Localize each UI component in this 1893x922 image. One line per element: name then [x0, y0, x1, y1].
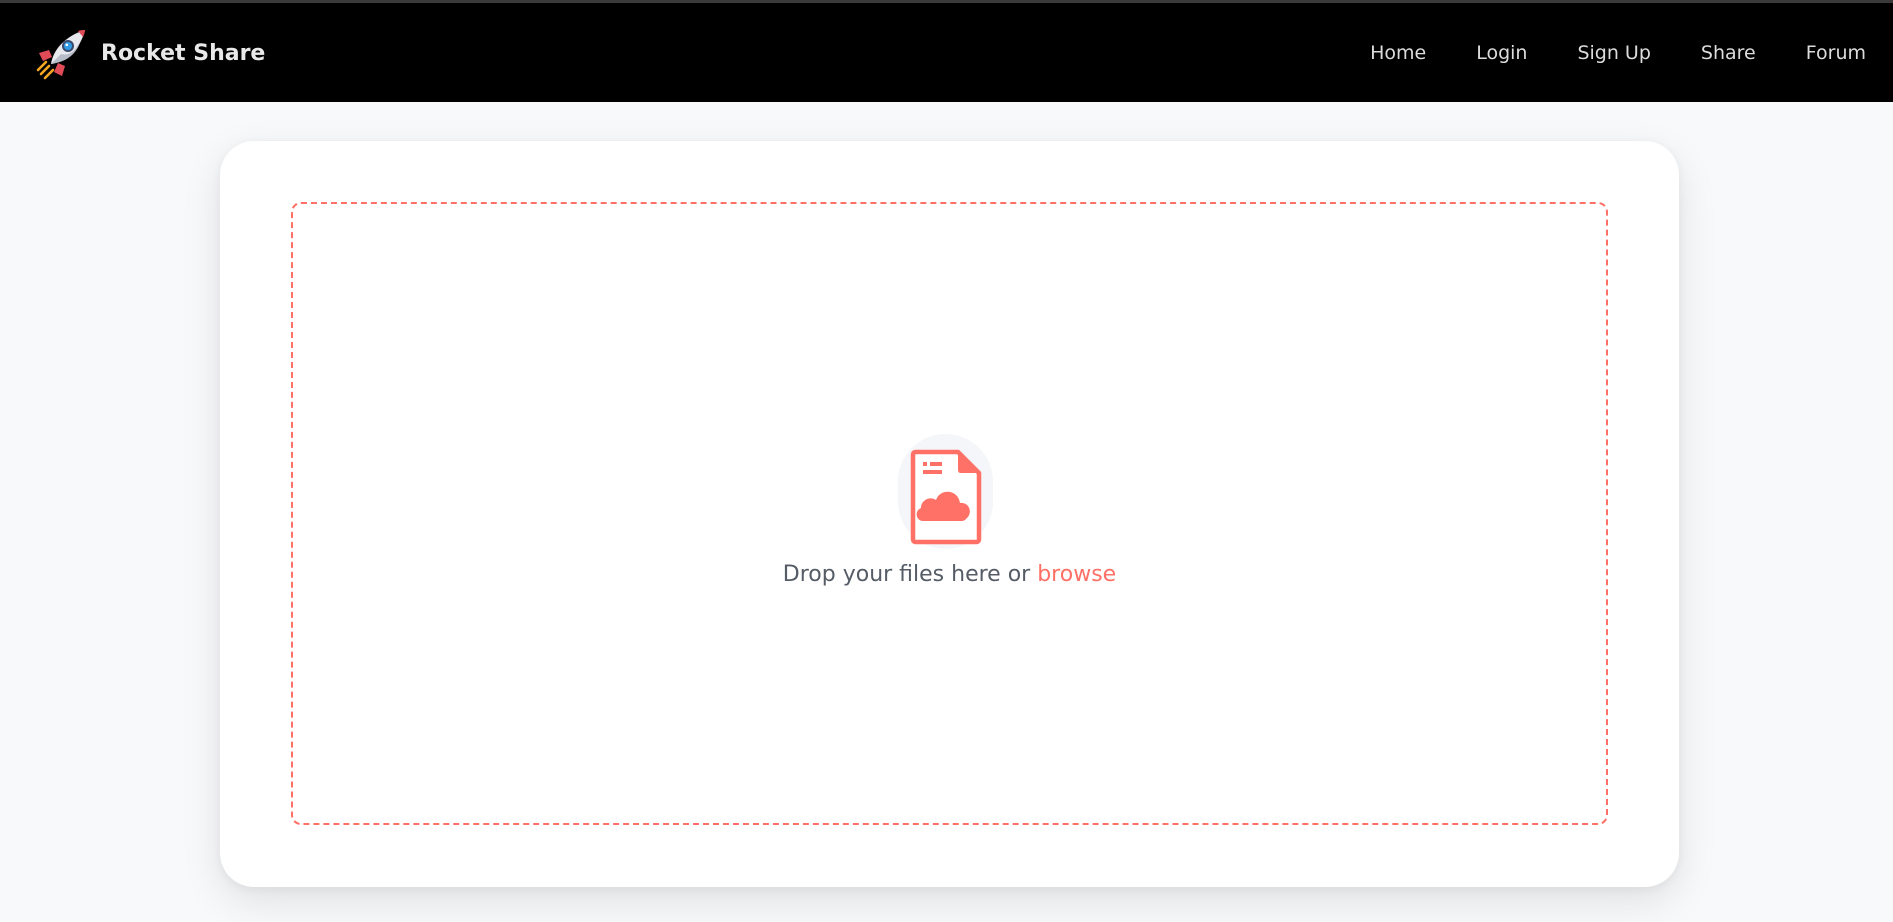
- nav-share-link[interactable]: Share: [1676, 42, 1781, 64]
- brand-name: Rocket Share: [101, 40, 266, 66]
- nav-signup-link[interactable]: Sign Up: [1552, 42, 1675, 64]
- dropzone-prompt-text: Drop your files here or: [782, 562, 1031, 587]
- upload-card: Drop your files here or browse: [220, 141, 1679, 887]
- browse-files-link[interactable]: browse: [1037, 562, 1116, 587]
- nav-forum-link[interactable]: Forum: [1781, 42, 1893, 64]
- file-cloud-icon: [910, 449, 981, 545]
- nav-menu: Home Login Sign Up Share Forum: [1345, 3, 1893, 102]
- top-navbar: Rocket Share Home Login Sign Up Share Fo…: [0, 0, 1893, 102]
- dropzone-prompt: Drop your files here or browse: [293, 562, 1606, 587]
- upload-icon-container: [897, 434, 993, 549]
- nav-login-link[interactable]: Login: [1451, 42, 1552, 64]
- file-dropzone[interactable]: Drop your files here or browse: [291, 202, 1608, 825]
- nav-home-link[interactable]: Home: [1345, 42, 1451, 64]
- rocket-icon: [36, 30, 85, 80]
- brand-link[interactable]: Rocket Share: [35, 26, 265, 80]
